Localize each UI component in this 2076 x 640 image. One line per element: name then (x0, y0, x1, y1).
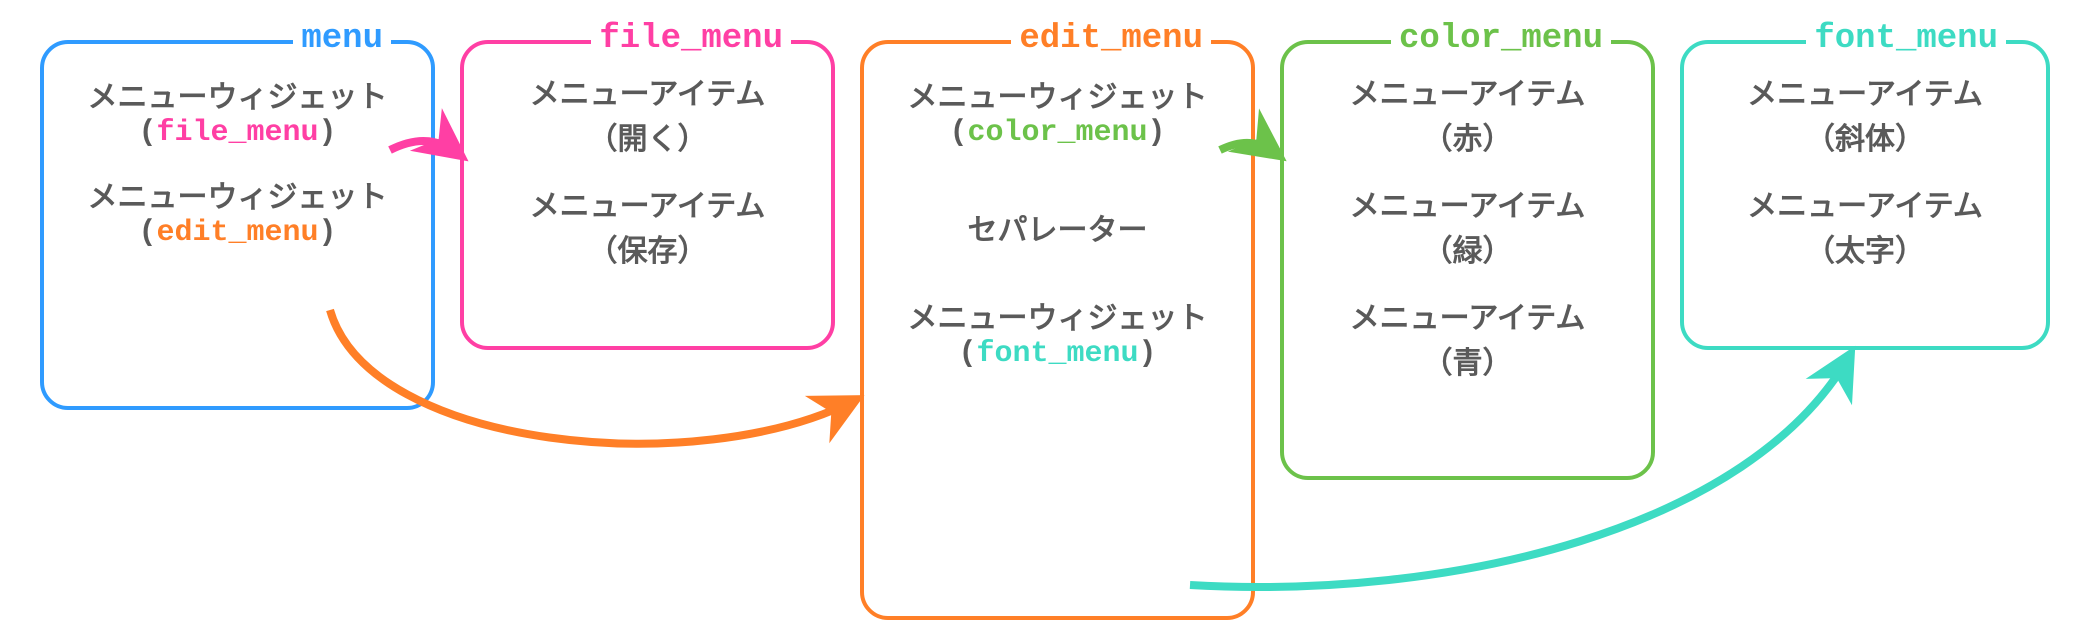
edit-menu-separator: セパレーター (968, 208, 1148, 253)
font-menu-box: font_menu メニューアイテム （斜体） メニューアイテム （太字） (1680, 40, 2050, 350)
font-menu-box-title: font_menu (1806, 20, 2006, 58)
edit-menu-box-title: edit_menu (1011, 20, 1211, 58)
edit-menu-widget-color: メニューウィジェット (color_menu) (908, 72, 1208, 150)
color-menu-box: color_menu メニューアイテム （赤） メニューアイテム （緑） メニュ… (1280, 40, 1655, 480)
menu-box-title: menu (293, 20, 391, 58)
menu-widget-edit: メニューウィジェット (edit_menu) (88, 172, 388, 250)
file-menu-box-title: file_menu (591, 20, 791, 58)
color-menu-item-green: メニューアイテム （緑） (1350, 184, 1586, 274)
file-menu-item-save: メニューアイテム （保存） (530, 184, 766, 274)
edit-menu-box: edit_menu メニューウィジェット (color_menu) セパレーター… (860, 40, 1255, 620)
menu-box: menu メニューウィジェット (file_menu) メニューウィジェット (… (40, 40, 435, 410)
font-menu-item-bold: メニューアイテム （太字） (1747, 184, 1983, 274)
color-menu-item-blue: メニューアイテム （青） (1350, 296, 1586, 386)
menu-widget-file: メニューウィジェット (file_menu) (88, 72, 388, 150)
edit-menu-widget-font: メニューウィジェット (font_menu) (908, 293, 1208, 371)
color-menu-item-red: メニューアイテム （赤） (1350, 72, 1586, 162)
file-menu-item-open: メニューアイテム （開く） (530, 72, 766, 162)
color-menu-box-title: color_menu (1391, 20, 1611, 58)
diagram-canvas: menu メニューウィジェット (file_menu) メニューウィジェット (… (0, 0, 2076, 640)
font-menu-item-italic: メニューアイテム （斜体） (1747, 72, 1983, 162)
file-menu-box: file_menu メニューアイテム （開く） メニューアイテム （保存） (460, 40, 835, 350)
